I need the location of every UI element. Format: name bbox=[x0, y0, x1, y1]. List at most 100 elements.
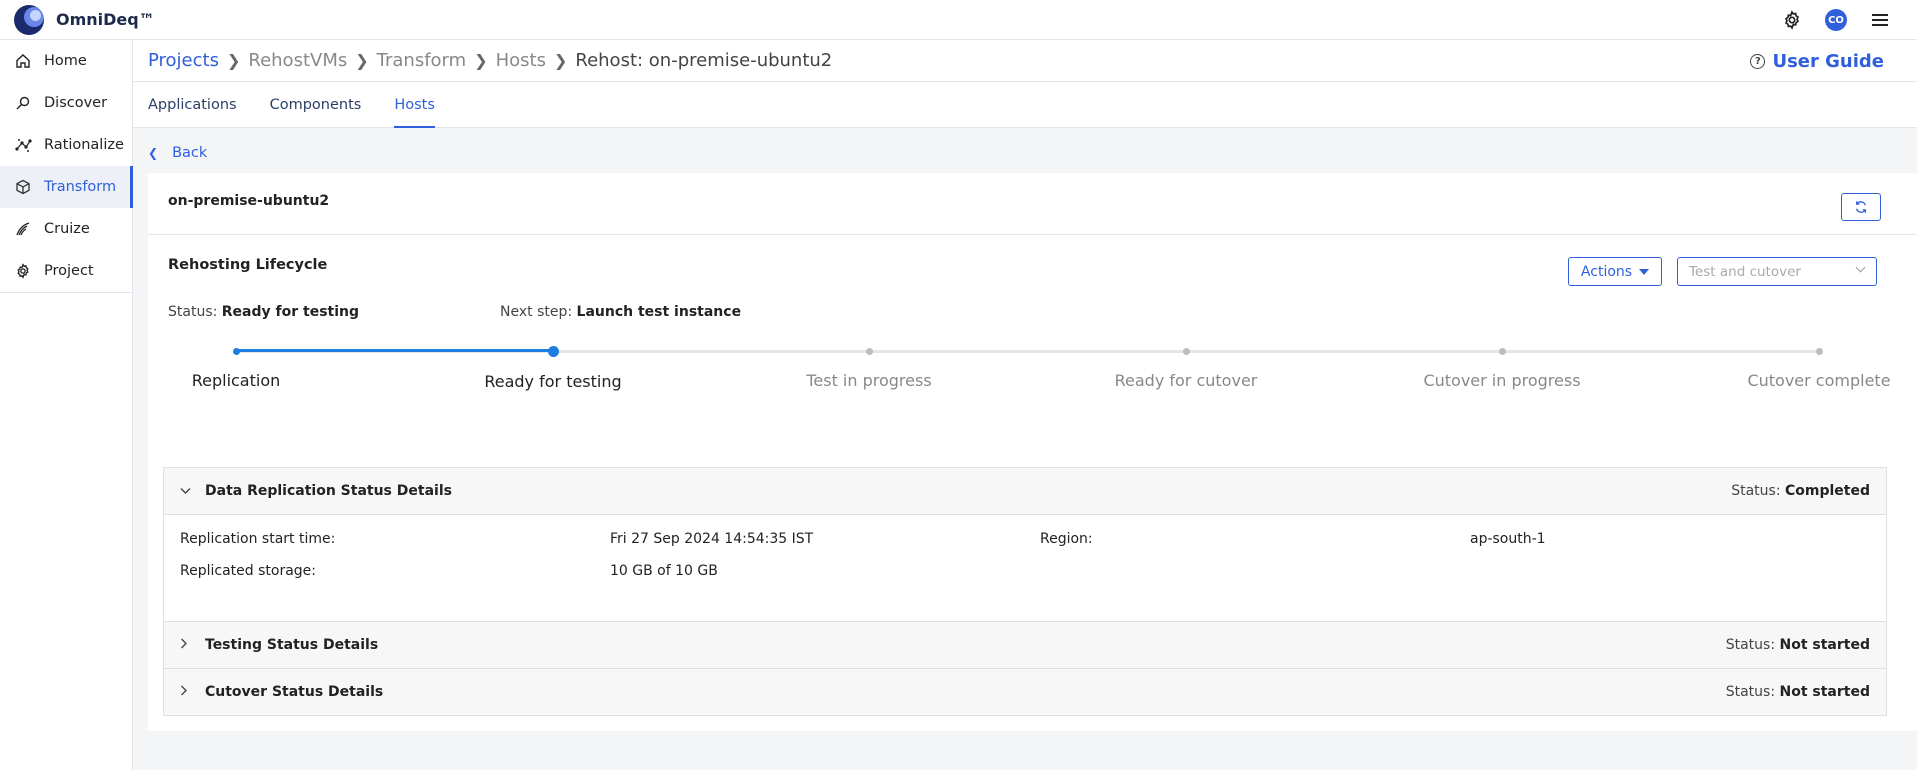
app-name: OmniDeq™ bbox=[56, 10, 155, 29]
chevron-right-icon bbox=[180, 685, 196, 700]
chevron-right-icon bbox=[180, 638, 196, 653]
rationalize-icon bbox=[14, 136, 32, 154]
omnideq-logo-icon bbox=[14, 4, 44, 35]
step-dot-1 bbox=[232, 348, 240, 355]
sidebar-item-home[interactable]: Home bbox=[0, 40, 132, 82]
refresh-button[interactable] bbox=[1841, 193, 1881, 221]
replication-section: Data Replication Status Details Status: … bbox=[163, 467, 1887, 623]
step-label: Ready for cutover bbox=[1114, 371, 1258, 390]
app-logo[interactable]: OmniDeq™ bbox=[14, 4, 155, 35]
chevron-down-icon bbox=[180, 484, 196, 499]
help-circle-icon: ? bbox=[1750, 53, 1766, 69]
cutover-section: Cutover Status Details Status: Not start… bbox=[163, 668, 1887, 716]
sidebar-item-label: Home bbox=[44, 53, 87, 69]
testing-section-header[interactable]: Testing Status Details Status: Not start… bbox=[164, 622, 1886, 668]
chevron-down-icon bbox=[1855, 262, 1866, 273]
replication-start-time-value: Fri 27 Sep 2024 14:54:35 IST bbox=[610, 531, 814, 547]
user-avatar[interactable]: CO bbox=[1825, 9, 1847, 31]
test-cutover-select[interactable]: Test and cutover bbox=[1677, 257, 1877, 286]
user-guide-label: User Guide bbox=[1772, 50, 1884, 72]
chevron-left-icon: ❮ bbox=[148, 146, 159, 160]
actions-label: Actions bbox=[1580, 263, 1633, 280]
select-placeholder: Test and cutover bbox=[1689, 263, 1801, 280]
lifecycle-status: Status: Ready for testing bbox=[168, 304, 359, 320]
tab-applications[interactable]: Applications bbox=[148, 82, 237, 127]
next-step-value: Launch test instance bbox=[576, 304, 742, 320]
gear-icon bbox=[14, 262, 32, 280]
testing-status-value: Not started bbox=[1779, 637, 1871, 653]
replication-section-title: Data Replication Status Details bbox=[205, 483, 452, 499]
discover-icon bbox=[14, 94, 32, 112]
sidebar-item-transform[interactable]: Transform bbox=[0, 166, 133, 208]
sidebar-item-project[interactable]: Project bbox=[0, 250, 132, 292]
cutover-status: Status: Not started bbox=[1726, 684, 1870, 700]
host-name: on-premise-ubuntu2 bbox=[168, 193, 330, 209]
step-label: Cutover in progress bbox=[1423, 371, 1581, 390]
sidebar-item-cruize[interactable]: Cruize bbox=[0, 208, 132, 250]
breadcrumb-hosts[interactable]: Hosts bbox=[496, 50, 546, 71]
tab-hosts[interactable]: Hosts bbox=[394, 82, 435, 128]
sidebar: Home Discover Rationalize Transform Crui… bbox=[0, 40, 133, 770]
step-label: Ready for testing bbox=[484, 372, 622, 391]
cube-icon bbox=[14, 178, 32, 196]
sidebar-item-label: Rationalize bbox=[44, 137, 124, 153]
back-label: Back bbox=[172, 145, 208, 161]
tab-bar: Applications Components Hosts bbox=[133, 82, 1917, 128]
host-detail-card: on-premise-ubuntu2 Rehosting Lifecycle A… bbox=[148, 173, 1917, 731]
chevron-right-icon: ❯ bbox=[355, 51, 369, 70]
breadcrumb-rehostvms[interactable]: RehostVMs bbox=[248, 50, 347, 71]
tab-components[interactable]: Components bbox=[270, 82, 362, 127]
chevron-right-icon: ❯ bbox=[553, 51, 568, 70]
stepper-progress-fill bbox=[236, 349, 553, 352]
testing-status: Status: Not started bbox=[1726, 637, 1870, 653]
next-step: Next step: Launch test instance bbox=[500, 304, 741, 320]
replication-status: Status: Completed bbox=[1731, 483, 1870, 499]
step-dot-5 bbox=[1498, 348, 1506, 355]
replication-section-header[interactable]: Data Replication Status Details Status: … bbox=[164, 468, 1886, 514]
sidebar-divider bbox=[0, 292, 133, 293]
sidebar-item-label: Transform bbox=[44, 179, 117, 195]
settings-gear-icon[interactable] bbox=[1779, 7, 1805, 33]
sidebar-item-rationalize[interactable]: Rationalize bbox=[0, 124, 132, 166]
step-dot-4 bbox=[1182, 348, 1190, 355]
step-dot-6 bbox=[1815, 348, 1823, 355]
replication-status-label: Status: bbox=[1731, 483, 1781, 499]
testing-section-title: Testing Status Details bbox=[205, 637, 379, 653]
region-value: ap-south-1 bbox=[1470, 531, 1546, 547]
cutover-status-label: Status: bbox=[1725, 684, 1776, 700]
region-label: Region: bbox=[1040, 531, 1093, 547]
user-guide-link[interactable]: ? User Guide bbox=[1750, 40, 1884, 82]
step-label: Cutover complete bbox=[1747, 371, 1891, 390]
breadcrumb-transform[interactable]: Transform bbox=[377, 50, 467, 71]
testing-section: Testing Status Details Status: Not start… bbox=[163, 621, 1887, 669]
actions-dropdown-button[interactable]: Actions bbox=[1568, 257, 1662, 286]
replication-start-time-label: Replication start time: bbox=[180, 531, 336, 547]
top-bar: OmniDeq™ CO bbox=[0, 0, 1917, 40]
cutover-status-value: Not started bbox=[1779, 684, 1871, 700]
replicated-storage-value: 10 GB of 10 GB bbox=[610, 563, 718, 579]
step-label: Test in progress bbox=[806, 371, 932, 390]
sidebar-item-discover[interactable]: Discover bbox=[0, 82, 132, 124]
lifecycle-title: Rehosting Lifecycle bbox=[168, 257, 328, 273]
replication-section-body: Replication start time: Fri 27 Sep 2024 … bbox=[164, 514, 1886, 622]
chevron-right-icon: ❯ bbox=[226, 51, 241, 70]
refresh-icon bbox=[1855, 201, 1867, 213]
status-value: Ready for testing bbox=[221, 304, 360, 320]
home-icon bbox=[14, 52, 32, 70]
step-dot-2 bbox=[547, 346, 559, 357]
cutover-section-title: Cutover Status Details bbox=[205, 684, 384, 700]
page-header: Projects ❯ RehostVMs ❯ Transform ❯ Hosts… bbox=[133, 40, 1917, 82]
sidebar-item-label: Project bbox=[44, 263, 94, 279]
breadcrumb-projects[interactable]: Projects bbox=[148, 50, 219, 71]
testing-status-label: Status: bbox=[1725, 637, 1776, 653]
chevron-right-icon: ❯ bbox=[474, 51, 488, 70]
status-label: Status: bbox=[168, 304, 218, 320]
next-step-label: Next step: bbox=[500, 304, 573, 320]
cutover-section-header[interactable]: Cutover Status Details Status: Not start… bbox=[164, 669, 1886, 715]
hamburger-menu-icon[interactable] bbox=[1867, 7, 1893, 33]
back-link[interactable]: ❮ Back bbox=[148, 145, 207, 161]
replicated-storage-label: Replicated storage: bbox=[180, 563, 316, 579]
sidebar-item-label: Cruize bbox=[44, 221, 90, 237]
replication-status-value: Completed bbox=[1784, 483, 1870, 499]
step-label: Replication bbox=[191, 371, 281, 390]
